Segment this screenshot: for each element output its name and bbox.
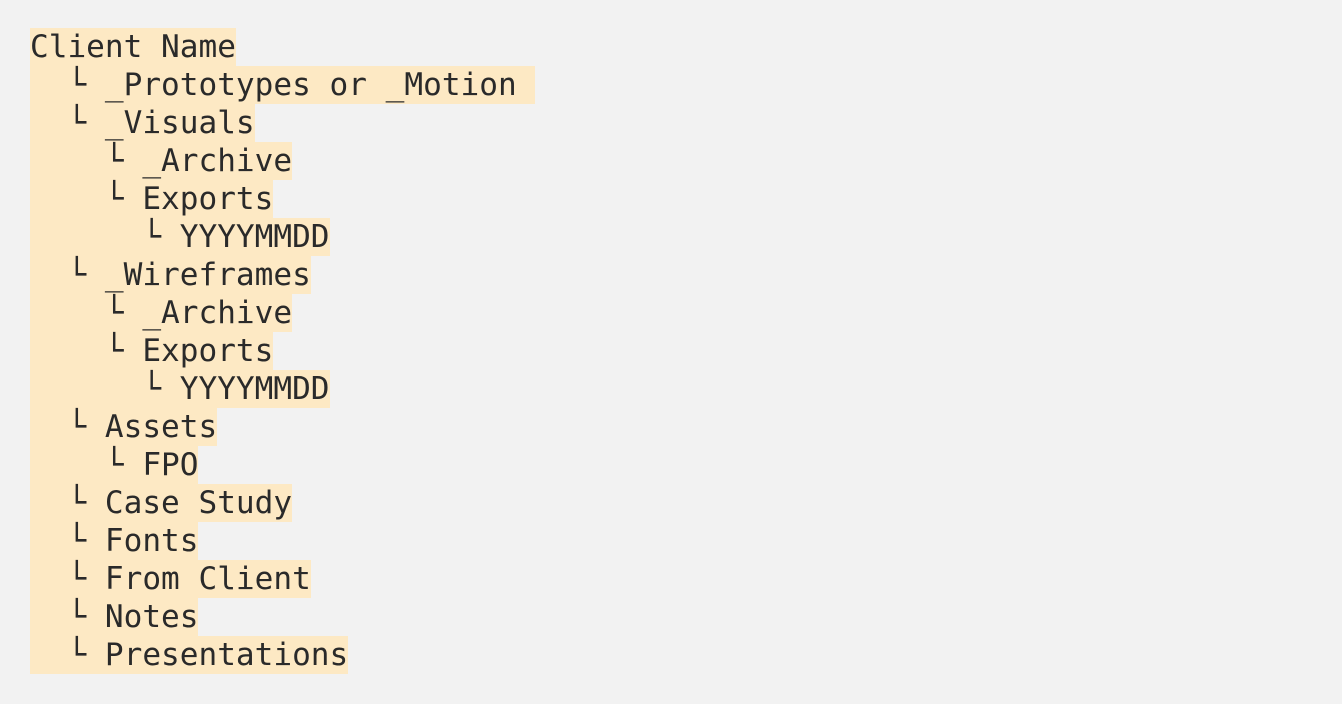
folder-client-name: Client Name <box>30 28 236 66</box>
folder-assets-fpo: └ FPO <box>30 446 199 484</box>
folder-presentations: └ Presentations <box>30 636 349 674</box>
folder-notes: └ Notes <box>30 598 199 636</box>
tree-line: └ _Wireframes <box>30 256 535 294</box>
tree-line: └ _Prototypes or _Motion <box>30 66 536 104</box>
tree-line: └ _Archive <box>30 142 535 180</box>
folder-case-study: └ Case Study <box>30 484 293 522</box>
folder-structure-code-block: Client Name └ _Prototypes or _Motion └ _… <box>30 28 536 674</box>
tree-line: └ From Client <box>30 560 535 598</box>
folder-assets: └ Assets <box>30 408 218 446</box>
tree-line: └ Notes <box>30 598 535 636</box>
tree-line: └ YYYYMMDD <box>30 370 535 408</box>
tree-line: └ YYYYMMDD <box>30 218 535 256</box>
tree-line-root: Client Name <box>30 28 535 66</box>
tree-line: └ Presentations <box>30 636 535 674</box>
folder-wireframes-archive: └ _Archive <box>30 294 293 332</box>
tree-line: └ Exports <box>30 180 535 218</box>
folder-wireframes-exports-date: └ YYYYMMDD <box>30 370 330 408</box>
tree-line: └ FPO <box>30 446 535 484</box>
folder-visuals-archive: └ _Archive <box>30 142 293 180</box>
folder-visuals: └ _Visuals <box>30 104 255 142</box>
folder-wireframes-exports: └ Exports <box>30 332 274 370</box>
tree-line: └ _Archive <box>30 294 535 332</box>
tree-line: └ Case Study <box>30 484 535 522</box>
folder-wireframes: └ _Wireframes <box>30 256 311 294</box>
tree-line: └ Fonts <box>30 522 535 560</box>
tree-line: └ _Visuals <box>30 104 535 142</box>
folder-fonts: └ Fonts <box>30 522 199 560</box>
folder-visuals-exports: └ Exports <box>30 180 274 218</box>
tree-line: └ Assets <box>30 408 535 446</box>
folder-visuals-exports-date: └ YYYYMMDD <box>30 218 330 256</box>
folder-from-client: └ From Client <box>30 560 311 598</box>
folder-prototypes-or-motion: └ _Prototypes or _Motion <box>30 66 536 104</box>
tree-line: └ Exports <box>30 332 535 370</box>
